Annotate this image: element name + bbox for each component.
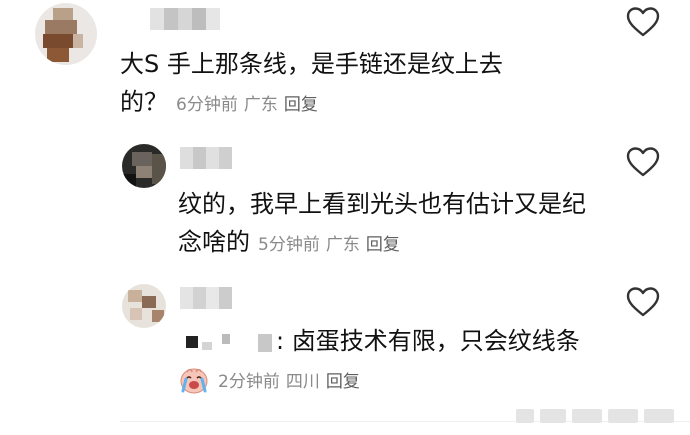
heart-outline-icon[interactable] [625,6,661,38]
comment-meta: 2分钟前 四川 回复 [218,372,366,392]
heart-outline-icon[interactable] [625,286,661,318]
username-blurred[interactable] [150,8,220,30]
comment-location: 广东 [243,95,278,115]
reply-button[interactable]: 回复 [326,372,360,392]
crying-face-emoji [180,368,208,394]
comment-body: : 卤蛋技术有限，只会纹线条 [276,327,580,355]
avatar[interactable] [122,144,166,188]
username-blurred[interactable] [180,287,232,309]
watermark-blurred [516,407,676,425]
comment-time: 6分钟前 [176,95,238,115]
heart-outline-icon[interactable] [625,146,661,178]
comment-location: 四川 [285,372,320,392]
comment-text: 大S 手上那条线，是手链还是纹上去的？ 6分钟前 广东 回复 [120,45,550,124]
avatar[interactable] [35,3,97,65]
reply-button[interactable]: 回复 [366,235,400,255]
avatar[interactable] [122,284,166,328]
username-blurred[interactable] [180,147,232,169]
comment-text: : 卤蛋技术有限，只会纹线条 2分钟前 四川 回复 [178,322,598,401]
comment-meta: 5分钟前 广东 回复 [258,235,406,255]
comment-meta: 6分钟前 广东 回复 [176,95,324,115]
mentioned-user-blurred[interactable] [178,330,274,354]
comment-time: 5分钟前 [258,235,320,255]
reply-button[interactable]: 回复 [284,95,318,115]
comment-text: 纹的，我早上看到光头也有估计又是纪念啥的 5分钟前 广东 回复 [178,185,588,264]
comment-location: 广东 [325,235,360,255]
comment-time: 2分钟前 [218,372,280,392]
